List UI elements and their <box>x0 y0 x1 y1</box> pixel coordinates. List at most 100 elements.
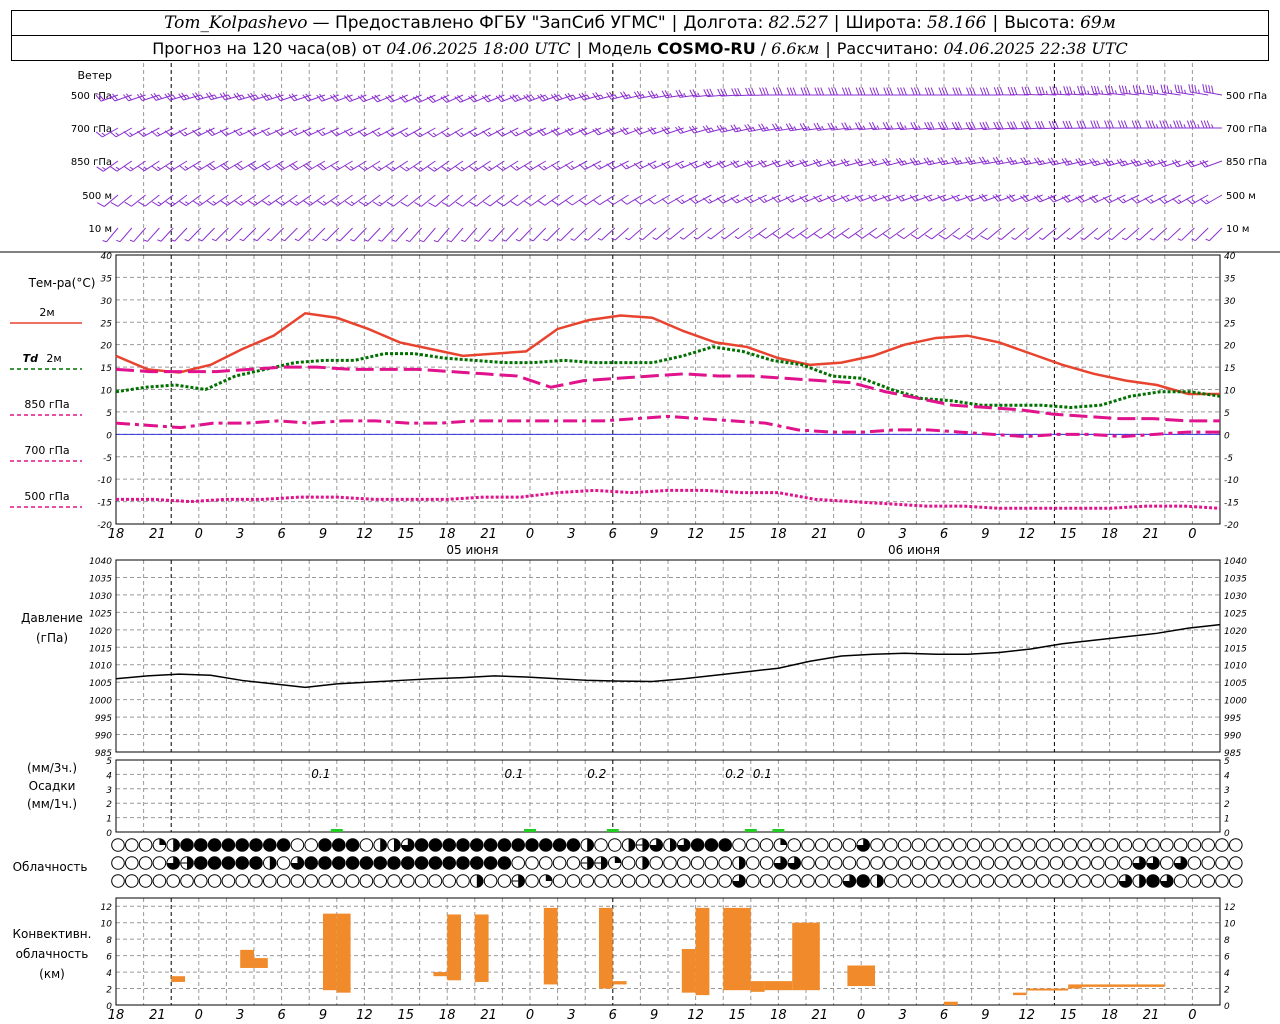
temp-xtick: 18 <box>108 527 125 542</box>
wind-barb <box>1205 227 1223 242</box>
temp-xtick: 12 <box>687 527 704 542</box>
wind-barb <box>1191 227 1209 242</box>
cloud-cover-symbol <box>187 856 194 870</box>
cloud-cover-symbol <box>1063 856 1077 870</box>
precip-data-label: 0.1 <box>753 767 772 781</box>
cloud-cover-symbol <box>980 838 995 852</box>
conv-xtick: 0 <box>1188 1008 1196 1023</box>
temp-ytick-right: -15 <box>1224 499 1239 509</box>
cloud-cover-symbol <box>1229 874 1243 888</box>
pres-ytick-right: 1030 <box>1224 592 1247 602</box>
cloud-cover-symbol <box>1035 856 1050 870</box>
cloud-cover-symbol <box>870 856 884 870</box>
cloud-cover-symbol <box>746 874 760 888</box>
cloud-cover-symbol <box>1215 856 1229 870</box>
cloud-cover-symbol <box>332 856 346 870</box>
pres-ytick-left: 1020 <box>89 627 112 637</box>
precip-title: Осадки <box>29 779 76 793</box>
wind-barb <box>1006 194 1029 202</box>
wind-barb <box>364 227 381 242</box>
conv-cloud-bar <box>240 949 254 968</box>
cloud-cover-symbol <box>545 874 553 881</box>
wind-barb <box>1199 194 1223 205</box>
cloud-cover-symbol <box>359 838 374 852</box>
cloud-cover-symbol <box>1049 856 1064 870</box>
cloud-cover-symbol <box>815 856 829 870</box>
precip-ytick-left: 1 <box>106 815 112 825</box>
cloud-cover-symbol <box>470 838 484 852</box>
wind-level-label-right: 10 м <box>1226 224 1249 235</box>
wind-barb <box>992 193 1016 202</box>
cloud-cover-symbol <box>1160 838 1174 852</box>
conv-xtick: 18 <box>770 1008 787 1023</box>
cloud-cover-symbol <box>939 856 953 870</box>
temp-legend-label: 2м <box>39 306 54 319</box>
cloud-cover-symbol <box>456 856 470 870</box>
wind-barb <box>716 124 740 133</box>
conv-cloud-bar <box>543 907 558 985</box>
cloud-cover-symbol <box>1008 838 1022 852</box>
cloud-cover-symbol <box>429 838 442 852</box>
cloud-cover-symbol <box>332 838 346 852</box>
cloud-cover-symbol <box>939 838 953 852</box>
temp-ytick-right: 0 <box>1224 431 1230 441</box>
cloud-cover-symbol <box>394 838 401 852</box>
conv-xtick: 18 <box>439 1008 456 1023</box>
conv-cloud-bar <box>764 981 793 991</box>
cloud-cover-symbol <box>994 856 1009 870</box>
cloud-cover-symbol <box>304 838 319 852</box>
cloud-cover-symbol <box>980 874 995 888</box>
wind-barb <box>744 123 767 133</box>
cloud-cover-symbol <box>897 838 912 852</box>
wind-barb <box>717 88 740 97</box>
cloud-cover-symbol <box>966 838 981 852</box>
temp-xtick: 3 <box>236 527 244 542</box>
temp-ytick-left: 10 <box>101 387 113 397</box>
cloud-cover-symbol <box>1008 874 1022 888</box>
cloud-cover-symbol <box>138 856 153 870</box>
precip-bar <box>524 829 536 832</box>
temp-ytick-left: -15 <box>97 499 112 509</box>
temp-xtick: 21 <box>480 527 497 542</box>
conv-cloud-bar <box>336 913 351 993</box>
conv-xtick: 0 <box>526 1008 534 1023</box>
cloud-cover-symbol <box>401 856 415 870</box>
cloud-cover-symbol <box>442 856 456 870</box>
cloud-cover-symbol <box>587 838 594 852</box>
temp-legend-label: 500 гПа <box>24 490 69 503</box>
wind-barb <box>895 157 919 166</box>
pres-ytick-left: 1005 <box>89 679 112 689</box>
conv-xtick: 6 <box>277 1008 285 1023</box>
precip-bar <box>606 829 619 832</box>
cloud-cover-symbol <box>249 874 263 888</box>
conv-cloud-bar <box>1137 984 1165 987</box>
conv-cloud-bar <box>944 1001 958 1005</box>
conv-xtick: 12 <box>687 1008 704 1023</box>
cloud-cover-symbol <box>276 874 291 888</box>
precip-ytick-right: 5 <box>1224 757 1230 767</box>
cloud-cover-symbol <box>1201 838 1215 852</box>
precip-ytick-left: 5 <box>106 757 112 767</box>
temp-xtick: 9 <box>319 527 327 542</box>
temp-xtick: 3 <box>898 527 906 542</box>
cloud-cover-symbol <box>580 874 595 888</box>
temp-xtick: 15 <box>1060 527 1077 542</box>
cloud-cover-symbol <box>1091 856 1105 870</box>
cloud-cover-symbol <box>966 856 981 870</box>
cloud-cover-symbol <box>594 874 608 888</box>
cloud-cover-symbol <box>125 856 139 870</box>
cloud-cover-symbol <box>828 838 843 852</box>
precip-data-label: 0.2 <box>725 767 744 781</box>
wind-barb <box>143 227 160 242</box>
cloud-cover-symbol <box>856 856 871 870</box>
cloud-cover-symbol <box>1104 838 1119 852</box>
cloud-cover-symbol <box>884 874 898 888</box>
cloud-cover-symbol <box>1077 856 1091 870</box>
temp-xtick: 0 <box>1188 527 1196 542</box>
temp-xtick: 18 <box>439 527 456 542</box>
cloud-cover-symbol <box>994 838 1009 852</box>
precip-bar <box>330 829 343 832</box>
cloud-cover-symbol <box>746 856 760 870</box>
cloud-cover-symbol <box>125 874 139 888</box>
cloud-cover-symbol <box>415 856 428 870</box>
